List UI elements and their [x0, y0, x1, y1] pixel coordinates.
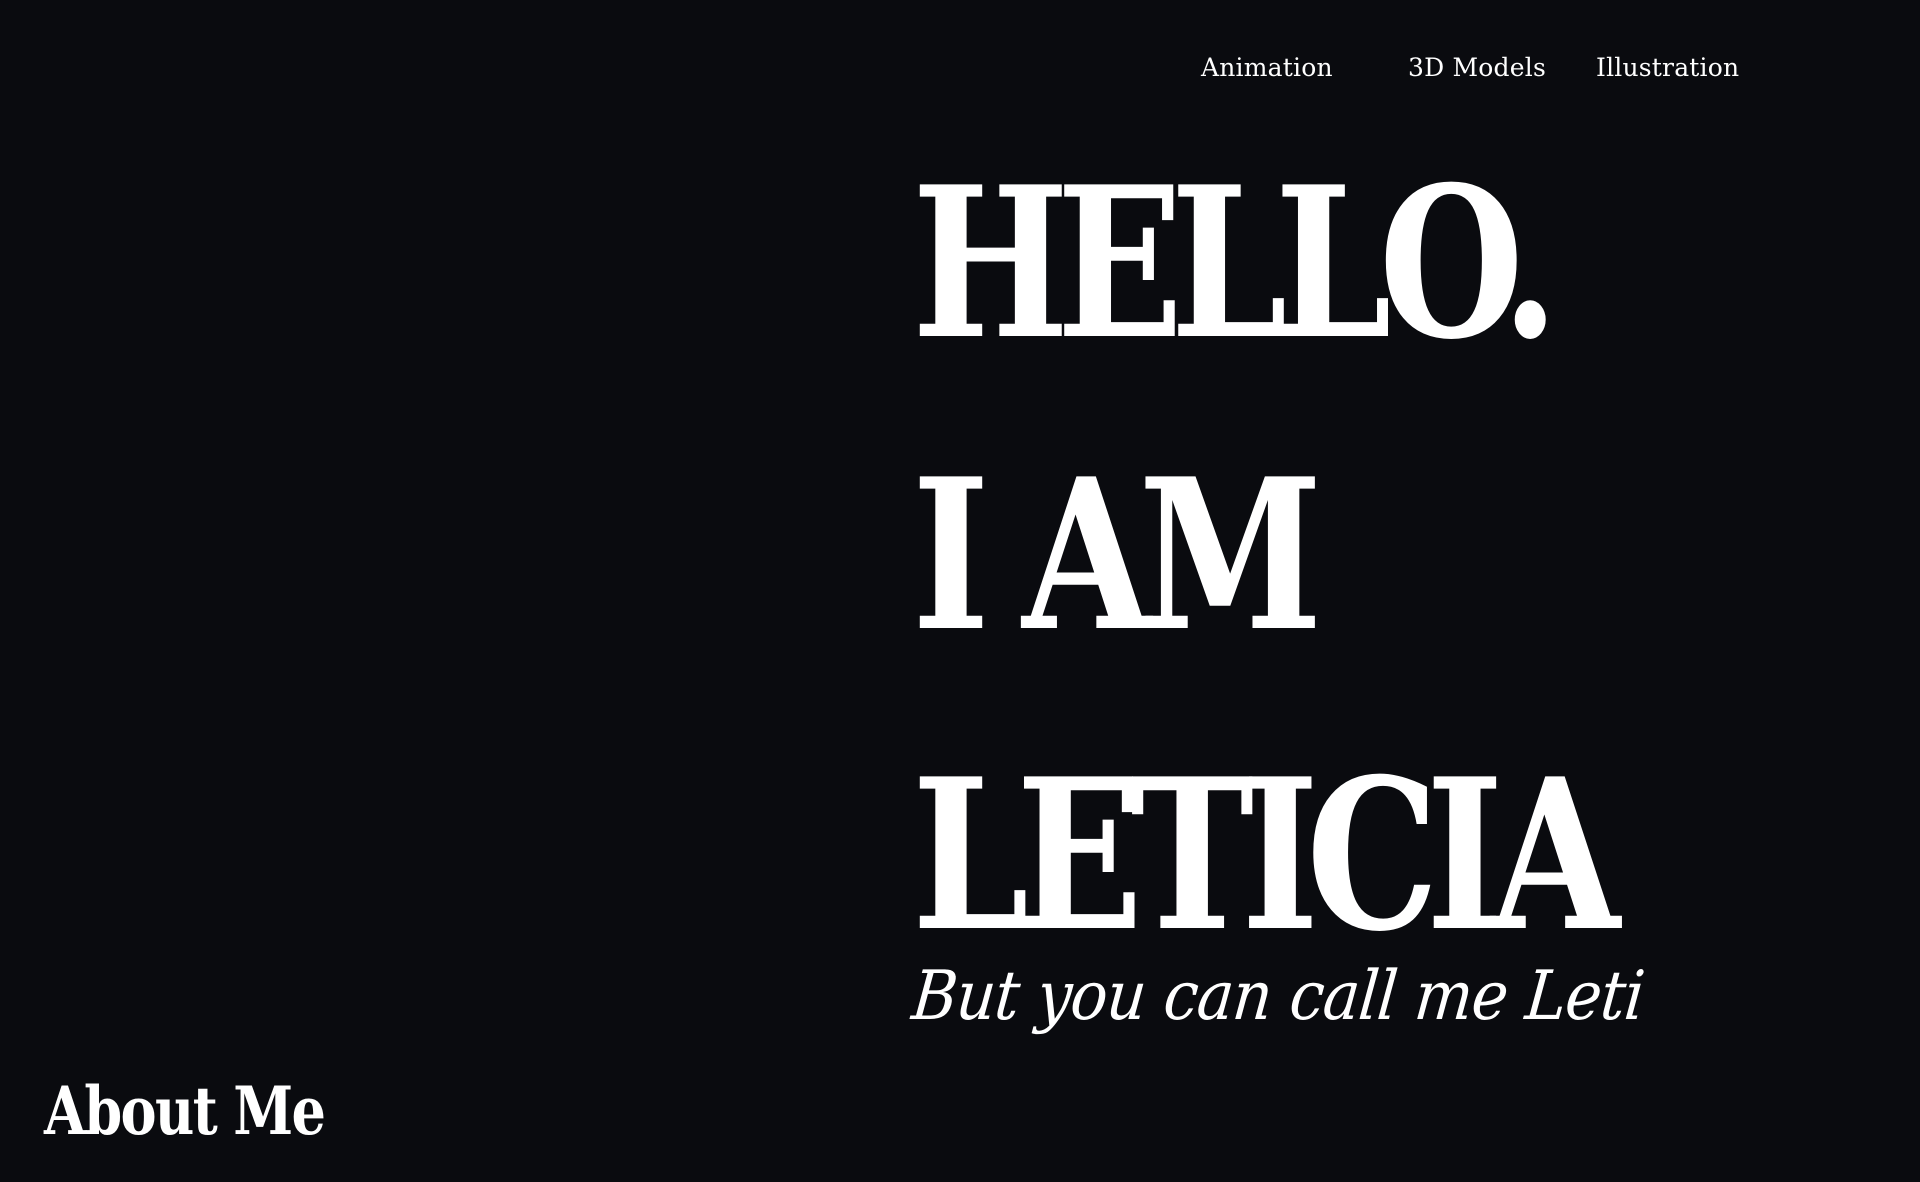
hero-heading-name: LETICIA: [912, 734, 1620, 978]
hero-tagline: But you can call me Leti: [908, 957, 1648, 1036]
nav-link-illustration[interactable]: Illustration: [1596, 48, 1739, 88]
hero-heading-hello: HELLO.: [912, 142, 1559, 386]
top-nav: Animation 3D Models Illustration: [0, 48, 1920, 88]
nav-link-animation[interactable]: Animation: [1201, 48, 1333, 88]
nav-link-3d-models[interactable]: 3D Models: [1408, 48, 1546, 88]
hero-heading-i-am: I AM: [912, 434, 1323, 678]
about-me-link[interactable]: About Me: [44, 1078, 326, 1144]
